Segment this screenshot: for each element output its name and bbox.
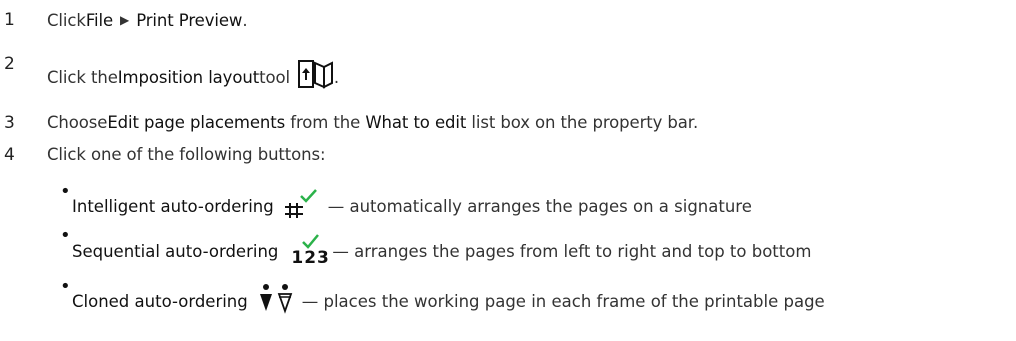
menu-arrow-icon: ▶	[120, 12, 130, 27]
step-text-mid: from the	[285, 113, 366, 132]
option-edit-page-placements: Edit page placements	[107, 113, 286, 132]
step-text-pre: Click the	[47, 67, 118, 87]
step-number: 1	[4, 10, 15, 30]
step-text-pre: Click	[47, 11, 86, 30]
step-text: Click the Imposition layout tool .	[47, 60, 339, 94]
bullet-content: Cloned auto-ordering — places the workin…	[72, 284, 825, 318]
menu-print-preview: Print Preview	[136, 11, 243, 30]
bullet-cloned-auto-ordering: • Cloned auto-ordering — places the work…	[60, 278, 825, 318]
bullet-content: Sequential auto-ordering 123 — arranges …	[72, 233, 811, 269]
sequential-icon-digits: 123	[291, 248, 330, 268]
tool-name: Imposition layout	[117, 67, 260, 87]
menu-file: File	[85, 11, 114, 30]
bullet-dot: •	[60, 276, 71, 297]
bullet-content: Intelligent auto-ordering — automaticall…	[72, 189, 752, 223]
intelligent-auto-ordering-icon	[284, 189, 322, 223]
list-box-what-to-edit: What to edit	[365, 113, 467, 132]
bullet-intelligent-auto-ordering: • Intelligent auto-ordering — automatica…	[60, 183, 752, 223]
step-number: 3	[4, 113, 15, 133]
button-label: Sequential auto-ordering	[72, 241, 279, 261]
step-text: Click File ▶ Print Preview .	[47, 11, 248, 30]
step-text-tool: tool	[259, 67, 290, 87]
bullet-description: — arranges the pages from left to right …	[332, 241, 812, 261]
step-number: 4	[4, 145, 15, 165]
button-label: Cloned auto-ordering	[72, 291, 248, 311]
step-text: Choose Edit page placements from the Wha…	[47, 113, 698, 132]
bullet-description: — automatically arranges the pages on a …	[327, 196, 752, 216]
sequential-auto-ordering-icon: 123	[288, 233, 329, 269]
bullet-dot: •	[60, 181, 71, 202]
bullet-dot: •	[60, 225, 71, 246]
step-text-pre: Choose	[47, 113, 108, 132]
step-text-post: .	[333, 67, 340, 87]
step-text-post: .	[242, 11, 248, 30]
step-text: Click one of the following buttons:	[47, 145, 326, 164]
imposition-layout-icon	[297, 60, 334, 94]
bullet-sequential-auto-ordering: • Sequential auto-ordering 123 — arrange…	[60, 227, 811, 269]
step-number: 2	[4, 54, 15, 74]
cloned-auto-ordering-icon	[258, 284, 296, 318]
step-text-post: list box on the property bar.	[466, 113, 699, 132]
button-label: Intelligent auto-ordering	[72, 196, 274, 216]
bullet-description: — places the working page in each frame …	[301, 291, 825, 311]
